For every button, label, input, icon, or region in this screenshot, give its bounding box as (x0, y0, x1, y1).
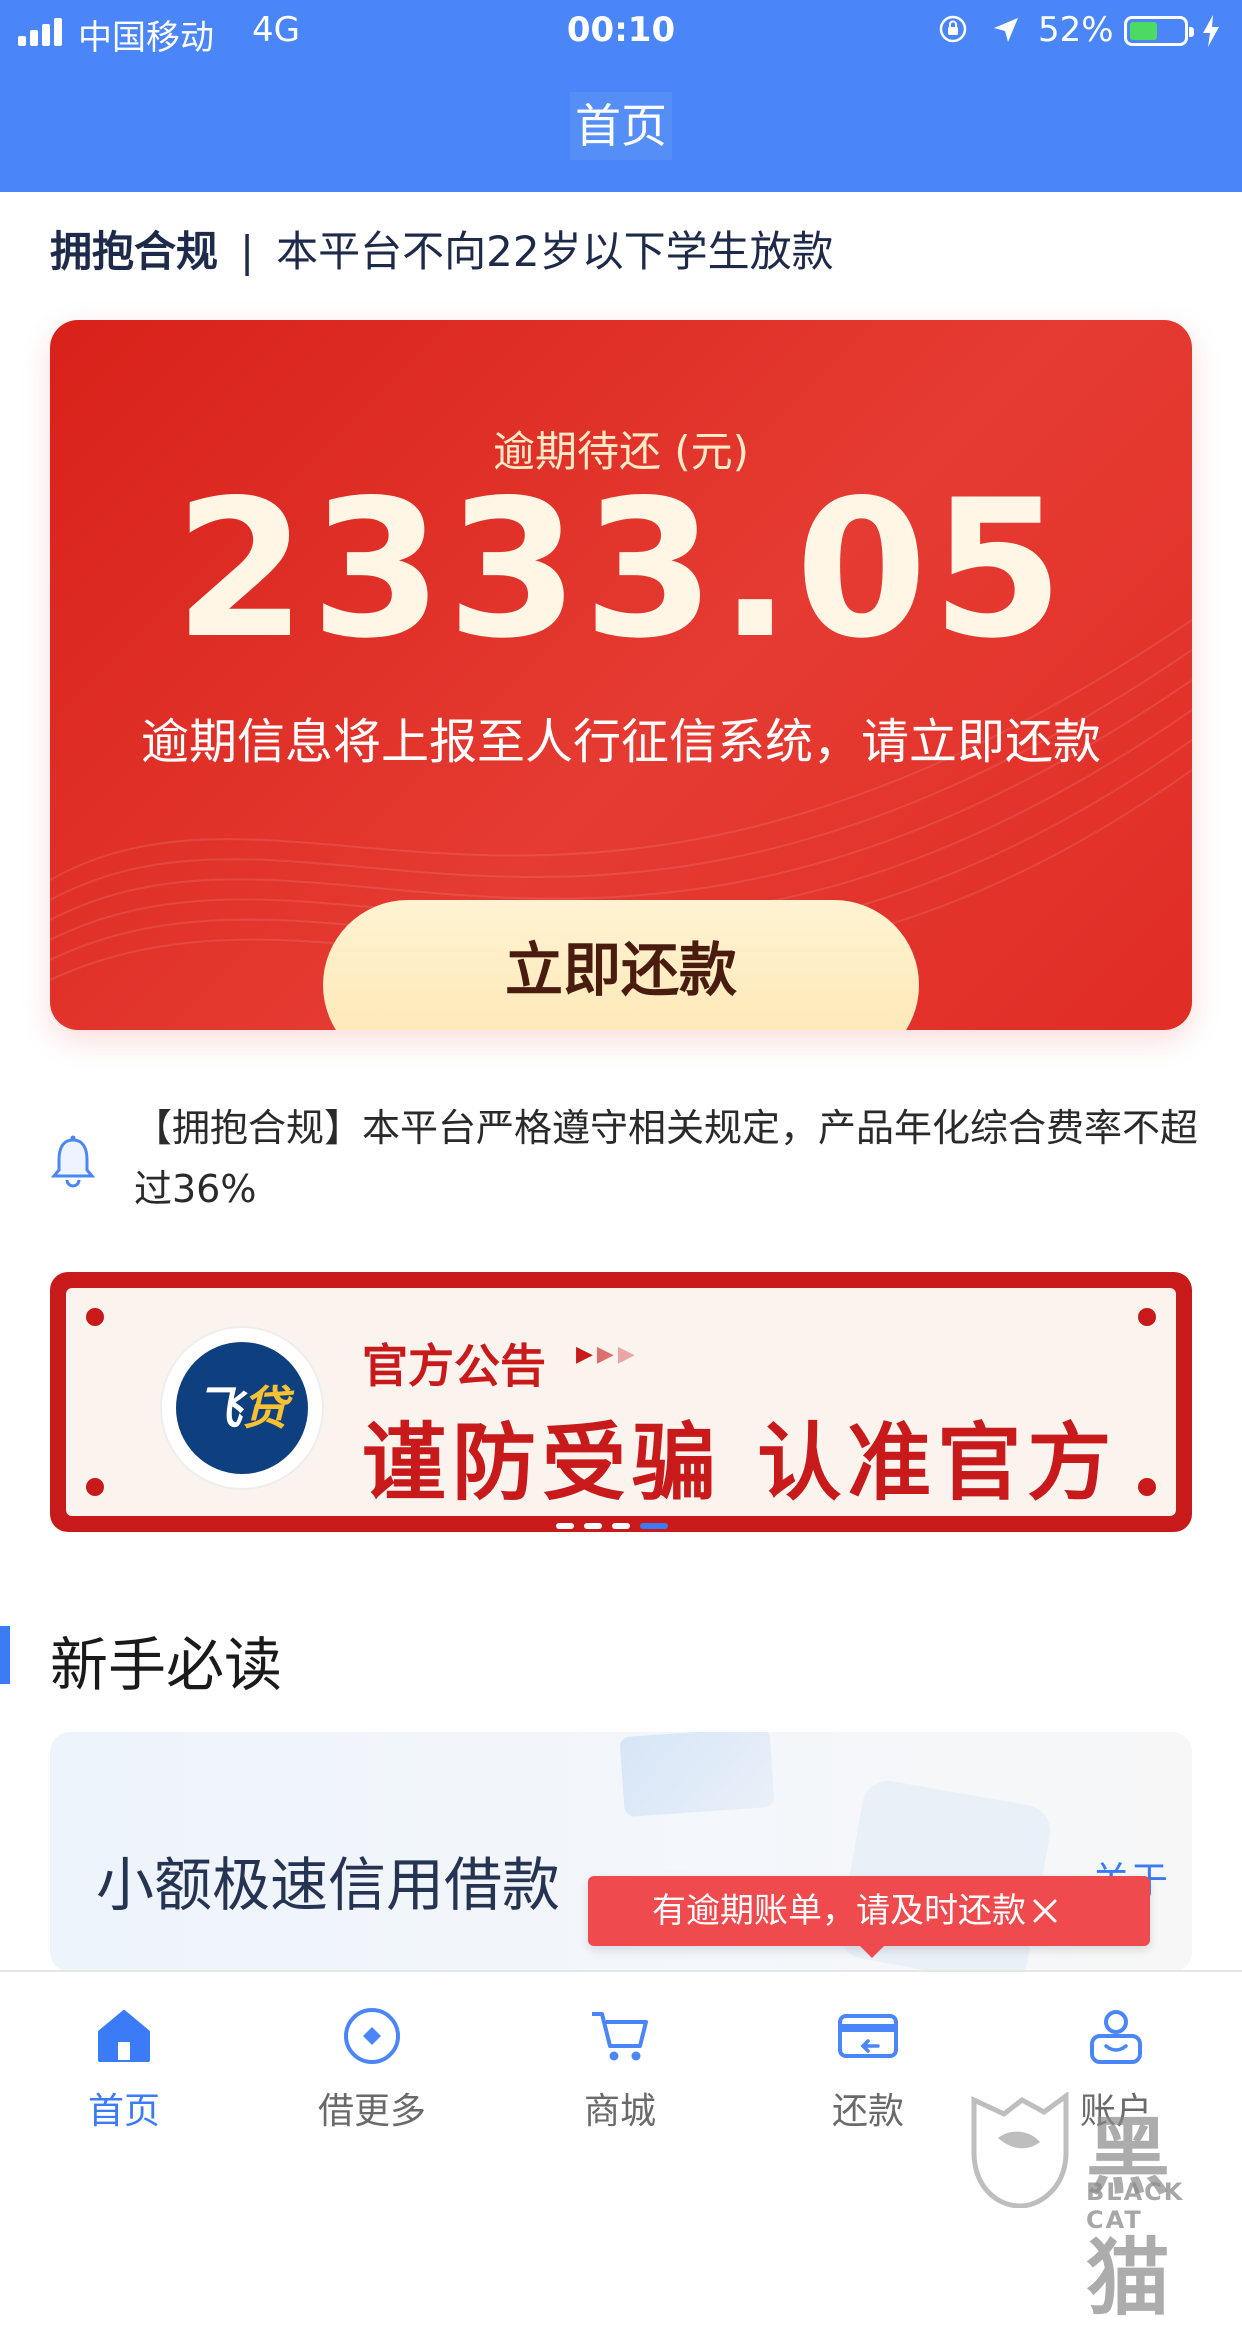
section-accent-bar (0, 1626, 10, 1684)
compliance-separator: | (240, 227, 255, 276)
pager-dot[interactable] (556, 1523, 574, 1529)
tab-repay[interactable]: 还款 (768, 2002, 968, 2134)
compliance-text: 本平台不向22岁以下学生放款 (276, 227, 834, 276)
tab-home[interactable]: 首页 (24, 2002, 224, 2134)
page-title: 首页 (570, 92, 672, 160)
charging-icon (1203, 15, 1219, 47)
arrows-icon: ▶▶▶ (576, 1342, 639, 1367)
tab-mall[interactable]: 商城 (520, 2002, 720, 2134)
card-illustration (619, 1732, 775, 1818)
tab-label: 商城 (583, 2091, 656, 2132)
banner-dot (1138, 1308, 1156, 1326)
location-icon (994, 18, 1018, 42)
compliance-label: 拥抱合规 (50, 227, 219, 276)
banner-dot (1138, 1478, 1156, 1496)
banner-pager (556, 1514, 678, 1529)
close-icon[interactable] (1026, 1892, 1064, 1930)
brand-logo-mark: 飞贷 (176, 1342, 308, 1474)
brand-logo-text-1: 飞 (196, 1381, 242, 1435)
repay-now-button[interactable]: 立即还款 (323, 900, 919, 1030)
overdue-amount: 2333.05 (174, 459, 1068, 680)
account-icon (1090, 2010, 1142, 2064)
tooltip-text: 有逾期账单，请及时还款 (652, 1891, 1026, 1931)
banner-dot (86, 1478, 104, 1496)
pager-dot[interactable] (612, 1523, 630, 1529)
section-title: 新手必读 (50, 1631, 283, 1699)
battery-percent: 52% (1038, 10, 1114, 50)
home-icon (98, 2010, 150, 2062)
brand-logo-text-2: 贷 (242, 1381, 288, 1435)
brand-logo: 飞贷 (162, 1328, 322, 1488)
guide-title: 小额极速信用借款 (96, 1851, 561, 1919)
tab-label: 借更多 (317, 2091, 426, 2132)
notice-text: 【拥抱合规】本平台严格遵守相关规定，产品年化综合费率不超过36% (134, 1106, 1199, 1211)
cart-icon (592, 2012, 648, 2061)
top-bar: 中国移动 4G 00:10 52% 首页 (0, 0, 1242, 192)
rotation-lock-icon (939, 15, 967, 43)
watermark-en: BLACK CAT (1086, 2178, 1185, 2234)
announcement-banner[interactable]: 飞贷 官方公告 ▶▶▶ 谨防受骗 认准官方 (50, 1272, 1192, 1532)
pager-dot[interactable] (584, 1523, 602, 1529)
pager-dot[interactable] (640, 1523, 668, 1529)
compliance-line: 拥抱合规 | 本平台不向22岁以下学生放款 (50, 218, 834, 279)
banner-body: 飞贷 官方公告 ▶▶▶ 谨防受骗 认准官方 (66, 1288, 1176, 1516)
tab-label: 首页 (87, 2091, 160, 2132)
borrow-more-icon (344, 2008, 400, 2064)
announcement-slogan: 谨防受骗 认准官方 (362, 1414, 1118, 1512)
battery-icon (1124, 16, 1194, 46)
tab-borrow-more[interactable]: 借更多 (272, 2002, 472, 2134)
compliance-notice: 【拥抱合规】本平台严格遵守相关规定，产品年化综合费率不超过36% (50, 1098, 1198, 1218)
tab-label: 还款 (831, 2091, 904, 2132)
announcement-title: 官方公告 (362, 1339, 546, 1393)
status-bar: 中国移动 4G 00:10 52% (0, 0, 1242, 62)
banner-dot (86, 1308, 104, 1326)
overdue-warning: 逾期信息将上报至人行征信系统，请立即还款 (140, 714, 1101, 770)
overdue-tooltip[interactable]: 有逾期账单，请及时还款 (588, 1876, 1150, 1946)
tooltip-pointer (858, 1944, 886, 1958)
overdue-card: 逾期待还 (元) 2333.05 逾期信息将上报至人行征信系统，请立即还款 立即… (50, 320, 1192, 1030)
bell-icon (50, 1135, 96, 1188)
repay-card-icon (838, 2014, 898, 2058)
